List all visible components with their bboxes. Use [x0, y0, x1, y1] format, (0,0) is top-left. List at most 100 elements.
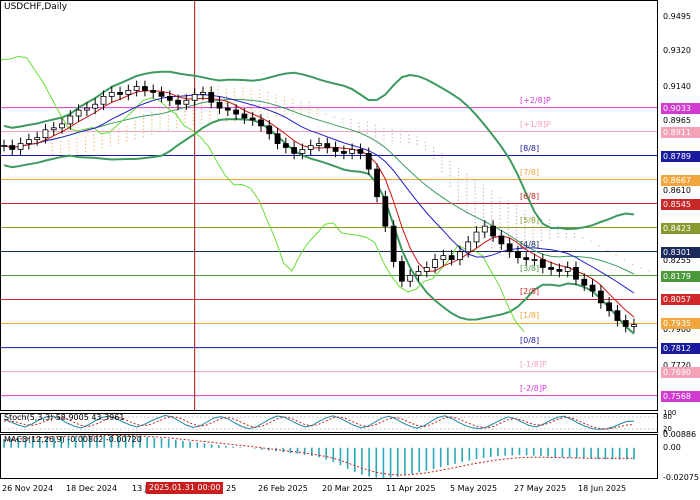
murrey-level-label: [+1/8]P: [520, 119, 551, 129]
cloud-dot: [507, 256, 509, 259]
cloud-dot: [176, 120, 178, 122]
cloud-dot: [507, 225, 509, 227]
candle-body: [506, 243, 513, 253]
cloud-dot: [540, 232, 543, 235]
candle-body: [274, 133, 281, 144]
cloud-dot: [118, 132, 120, 134]
price-chart[interactable]: [0, 0, 700, 411]
cloud-dot: [151, 122, 153, 125]
murrey-level-label: [2/8]: [520, 287, 540, 297]
candle-body: [473, 231, 480, 243]
cloud-dot: [275, 108, 277, 110]
cloud-dot: [184, 114, 186, 116]
cloud-dot: [457, 192, 460, 194]
candle-body: [1, 145, 7, 147]
cloud-dot: [209, 118, 211, 120]
cloud-dot: [275, 94, 277, 96]
cloud-dot: [557, 236, 559, 238]
cloud-dot: [491, 197, 493, 199]
macd-pane[interactable]: MACD(12,26,9) -0.00802 -0.00720 0.00886 0…: [0, 430, 700, 482]
cloud-dot: [192, 120, 194, 122]
cloud-dot: [308, 108, 310, 111]
murrey-price-badge: 0.8911: [661, 126, 700, 138]
candle-body: [631, 324, 637, 327]
cloud-dot: [51, 142, 53, 144]
candle-body: [390, 225, 397, 262]
cloud-dot: [507, 253, 509, 255]
cloud-dot: [159, 116, 161, 119]
cloud-dot: [424, 141, 426, 143]
cloud-dot: [474, 208, 476, 210]
cloud-dot: [258, 89, 261, 92]
candle-body: [291, 147, 298, 154]
cloud-dot: [225, 120, 228, 122]
cloud-dot: [142, 128, 145, 130]
cloud-dot: [176, 123, 178, 125]
cloud-dot: [126, 126, 128, 128]
cloud-dot: [474, 211, 476, 213]
cloud-dot: [76, 138, 78, 140]
murrey-level-label: [6/8]: [520, 191, 540, 201]
cloud-dot: [598, 245, 601, 247]
time-label: 26 Nov 2024: [2, 484, 54, 493]
cloud-dot: [292, 102, 294, 104]
macd-tick: 0.00886: [663, 429, 697, 439]
cloud-dot: [217, 89, 219, 91]
cloud-dot: [300, 105, 302, 107]
candle-body: [606, 302, 613, 312]
cloud-dot: [151, 119, 153, 121]
cloud-dot: [515, 212, 518, 214]
cloud-dot: [118, 139, 120, 141]
cloud-dot: [341, 121, 344, 123]
murrey-price-badge: 0.8667: [661, 174, 700, 186]
cloud-dot: [457, 171, 460, 173]
cloud-dot: [325, 113, 327, 115]
cloud-dot: [549, 223, 551, 225]
cloud-dot: [515, 219, 518, 221]
cloud-dot: [416, 136, 418, 138]
stochastic-title: Stoch(5,3,3) 58.9005 43.3961: [4, 413, 125, 422]
murrey-price-badge: 0.8545: [661, 198, 700, 210]
candle-body: [175, 99, 181, 105]
cloud-dot: [607, 249, 609, 252]
murrey-price-badge: 0.7690: [661, 366, 700, 378]
cloud-dot: [142, 118, 145, 120]
cloud-dot: [283, 103, 286, 105]
candle-body: [539, 259, 546, 268]
cloud-dot: [167, 118, 169, 120]
candle-body: [448, 255, 455, 260]
candle-body: [374, 168, 380, 198]
cloud-dot: [515, 222, 518, 225]
price-chart-pane[interactable]: USDCHF,Daily 0.9495 0.9320 0.9140 0.8965 0.8…: [0, 0, 700, 411]
stochastic-pane[interactable]: Stoch(5,3,3) 58.9005 43.3961 100 80 20 0: [0, 409, 700, 437]
cloud-dot: [350, 126, 352, 128]
candle-body: [498, 235, 505, 245]
cloud-dot: [590, 240, 592, 243]
murrey-price-badge: 0.8057: [661, 294, 700, 306]
price-tick: 0.9495: [663, 11, 691, 21]
candle-body: [17, 143, 24, 150]
cloud-dot: [101, 146, 103, 149]
cloud-dot: [184, 118, 186, 120]
cloud-dot: [200, 111, 203, 114]
cloud-dot: [109, 137, 111, 140]
cloud-dot: [524, 231, 526, 233]
cloud-dot: [151, 133, 153, 135]
cloud-dot: [200, 104, 203, 107]
cloud-dot: [234, 88, 236, 90]
candle-body: [216, 101, 223, 109]
cloud-dot: [640, 267, 642, 269]
cloud-dot: [60, 144, 62, 146]
cloud-dot: [482, 191, 484, 193]
cloud-dot: [491, 218, 493, 221]
candle-body: [622, 320, 629, 327]
cloud-dot: [118, 128, 120, 130]
cloud-dot: [192, 102, 194, 104]
cloud-dot: [101, 143, 103, 145]
murrey-level-label: [8/8]: [520, 143, 540, 153]
cloud-dot: [225, 95, 228, 98]
cloud-dot: [275, 115, 277, 117]
cloud-dot: [200, 115, 203, 117]
candle-body: [515, 251, 521, 259]
cloud-dot: [466, 194, 468, 197]
